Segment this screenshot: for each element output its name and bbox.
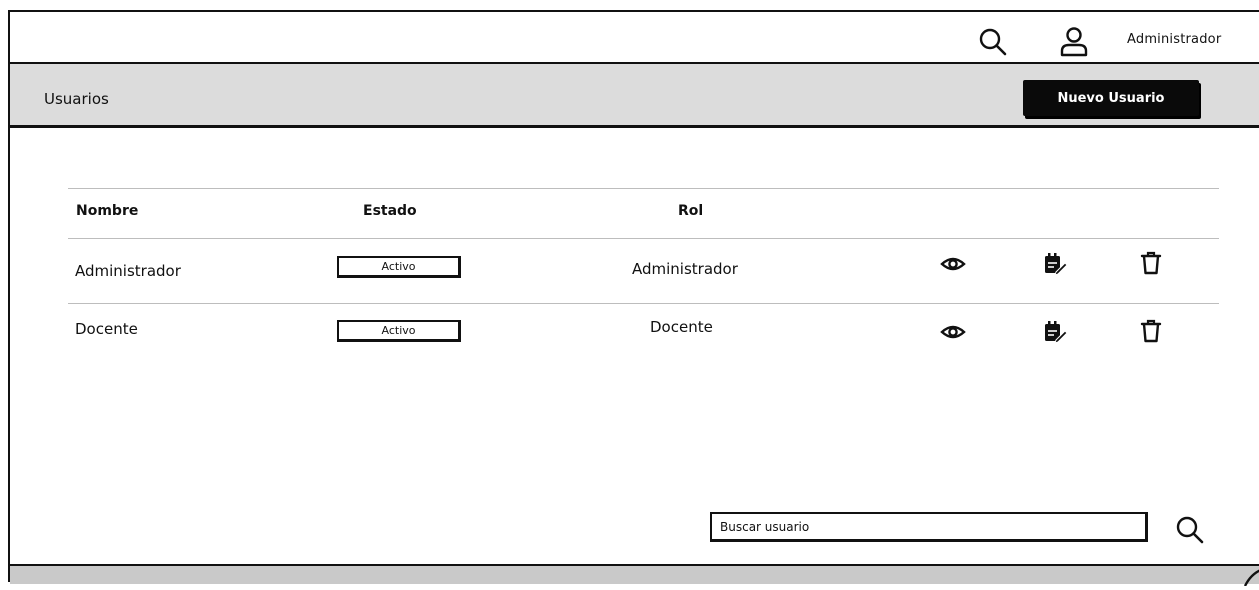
user-icon[interactable] — [1057, 25, 1091, 59]
user-name-cell: Docente — [75, 320, 138, 338]
column-header-role: Rol — [678, 203, 704, 219]
app-window: Administrador Usuarios Nuevo Usuario Nom… — [8, 10, 1259, 587]
new-user-button[interactable]: Nuevo Usuario — [1023, 80, 1199, 116]
status-badge[interactable]: Activo — [337, 256, 461, 278]
current-user-name[interactable]: Administrador — [1127, 32, 1221, 47]
page-header: Usuarios Nuevo Usuario — [10, 62, 1259, 128]
top-bar: Administrador — [10, 12, 1259, 62]
search-icon[interactable] — [978, 27, 1008, 57]
edit-icon[interactable] — [1042, 251, 1068, 277]
user-name-cell: Administrador — [75, 262, 181, 280]
delete-icon[interactable] — [1138, 250, 1164, 276]
footer-bar — [10, 564, 1259, 587]
status-badge[interactable]: Activo — [337, 320, 461, 342]
column-header-name: Nombre — [76, 203, 139, 219]
user-role-cell: Administrador — [632, 260, 738, 278]
user-role-cell: Docente — [650, 318, 713, 336]
delete-icon[interactable] — [1138, 318, 1164, 344]
view-icon[interactable] — [940, 251, 966, 277]
table-divider — [68, 238, 1219, 239]
page-title: Usuarios — [44, 90, 109, 108]
table-divider — [68, 303, 1219, 304]
view-icon[interactable] — [940, 319, 966, 345]
search-input[interactable] — [710, 512, 1148, 542]
edit-icon[interactable] — [1042, 319, 1068, 345]
resize-handle-icon[interactable] — [1239, 568, 1259, 587]
column-header-status: Estado — [363, 203, 417, 219]
table-divider — [68, 188, 1219, 189]
search-icon[interactable] — [1175, 515, 1205, 545]
